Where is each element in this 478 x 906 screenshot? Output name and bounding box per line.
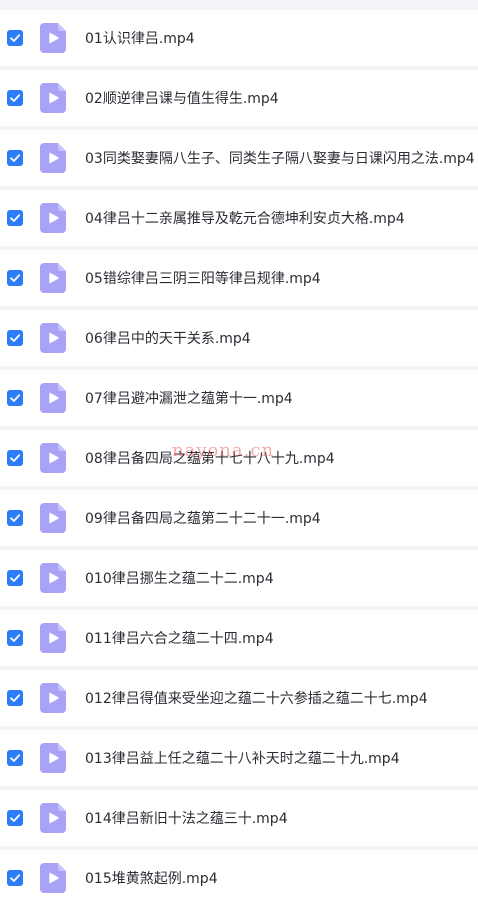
file-row-2[interactable]: 02顺逆律吕课与值生得生.mp4 (0, 70, 478, 126)
checkmark-icon (7, 210, 23, 226)
checkbox[interactable] (7, 30, 23, 46)
file-name[interactable]: 015堆黄煞起例.mp4 (85, 868, 218, 888)
file-name[interactable]: 01认识律吕.mp4 (85, 28, 195, 48)
file-name[interactable]: 014律吕新旧十法之蕴三十.mp4 (85, 808, 288, 828)
video-file-icon (40, 743, 66, 773)
video-file-icon (40, 803, 66, 833)
video-file-icon (40, 563, 66, 593)
file-name[interactable]: 06律吕中的天干关系.mp4 (85, 328, 251, 348)
checkbox[interactable] (7, 690, 23, 706)
file-name[interactable]: 09律吕备四局之蕴第二十二十一.mp4 (85, 508, 321, 528)
checkmark-icon (7, 30, 23, 46)
checkbox[interactable] (7, 510, 23, 526)
file-row-7[interactable]: 07律吕避冲漏泄之蕴第十一.mp4 (0, 370, 478, 426)
checkmark-icon (7, 810, 23, 826)
file-name[interactable]: 010律吕挪生之蕴二十二.mp4 (85, 568, 274, 588)
video-file-icon (40, 503, 66, 533)
video-file-icon (40, 443, 66, 473)
video-file-icon (40, 143, 66, 173)
file-row-10[interactable]: 010律吕挪生之蕴二十二.mp4 (0, 550, 478, 606)
video-file-icon (40, 323, 66, 353)
checkmark-icon (7, 750, 23, 766)
file-name[interactable]: 05错综律吕三阴三阳等律吕规律.mp4 (85, 268, 321, 288)
checkmark-icon (7, 870, 23, 886)
checkbox[interactable] (7, 90, 23, 106)
checkmark-icon (7, 390, 23, 406)
checkbox[interactable] (7, 750, 23, 766)
file-row-3[interactable]: 03同类娶妻隔八生子、同类生子隔八娶妻与日课闪用之法.mp4 (0, 130, 478, 186)
checkbox[interactable] (7, 390, 23, 406)
video-file-icon (40, 623, 66, 653)
file-name[interactable]: 04律吕十二亲属推导及乾元合德坤利安贞大格.mp4 (85, 208, 405, 228)
file-name[interactable]: 03同类娶妻隔八生子、同类生子隔八娶妻与日课闪用之法.mp4 (85, 148, 475, 168)
video-file-icon (40, 23, 66, 53)
file-row-9[interactable]: 09律吕备四局之蕴第二十二十一.mp4 (0, 490, 478, 546)
checkbox[interactable] (7, 330, 23, 346)
checkmark-icon (7, 630, 23, 646)
file-row-1[interactable]: 01认识律吕.mp4 (0, 10, 478, 66)
checkbox[interactable] (7, 810, 23, 826)
file-name[interactable]: 02顺逆律吕课与值生得生.mp4 (85, 88, 279, 108)
checkbox[interactable] (7, 630, 23, 646)
checkmark-icon (7, 570, 23, 586)
video-file-icon (40, 263, 66, 293)
checkmark-icon (7, 150, 23, 166)
checkbox[interactable] (7, 570, 23, 586)
checkbox[interactable] (7, 210, 23, 226)
file-name[interactable]: 08律吕备四局之蕴第十七十八十九.mp4 (85, 448, 335, 468)
checkmark-icon (7, 510, 23, 526)
file-row-14[interactable]: 014律吕新旧十法之蕴三十.mp4 (0, 790, 478, 846)
checkbox[interactable] (7, 270, 23, 286)
file-row-6[interactable]: 06律吕中的天干关系.mp4 (0, 310, 478, 366)
checkmark-icon (7, 270, 23, 286)
file-row-11[interactable]: 011律吕六合之蕴二十四.mp4 (0, 610, 478, 666)
file-name[interactable]: 013律吕益上任之蕴二十八补天时之蕴二十九.mp4 (85, 748, 400, 768)
file-row-13[interactable]: 013律吕益上任之蕴二十八补天时之蕴二十九.mp4 (0, 730, 478, 786)
video-file-icon (40, 863, 66, 893)
checkmark-icon (7, 90, 23, 106)
file-name[interactable]: 011律吕六合之蕴二十四.mp4 (85, 628, 274, 648)
checkmark-icon (7, 450, 23, 466)
checkbox[interactable] (7, 870, 23, 886)
checkbox[interactable] (7, 450, 23, 466)
checkmark-icon (7, 330, 23, 346)
checkbox[interactable] (7, 150, 23, 166)
file-row-8[interactable]: 08律吕备四局之蕴第十七十八十九.mp4 (0, 430, 478, 486)
file-name[interactable]: 012律吕得值来受坐迎之蕴二十六参插之蕴二十七.mp4 (85, 688, 428, 708)
file-name[interactable]: 07律吕避冲漏泄之蕴第十一.mp4 (85, 388, 293, 408)
file-row-4[interactable]: 04律吕十二亲属推导及乾元合德坤利安贞大格.mp4 (0, 190, 478, 246)
video-file-icon (40, 203, 66, 233)
video-file-icon (40, 683, 66, 713)
video-file-icon (40, 383, 66, 413)
file-row-5[interactable]: 05错综律吕三阴三阳等律吕规律.mp4 (0, 250, 478, 306)
video-file-icon (40, 83, 66, 113)
file-row-12[interactable]: 012律吕得值来受坐迎之蕴二十六参插之蕴二十七.mp4 (0, 670, 478, 726)
checkmark-icon (7, 690, 23, 706)
